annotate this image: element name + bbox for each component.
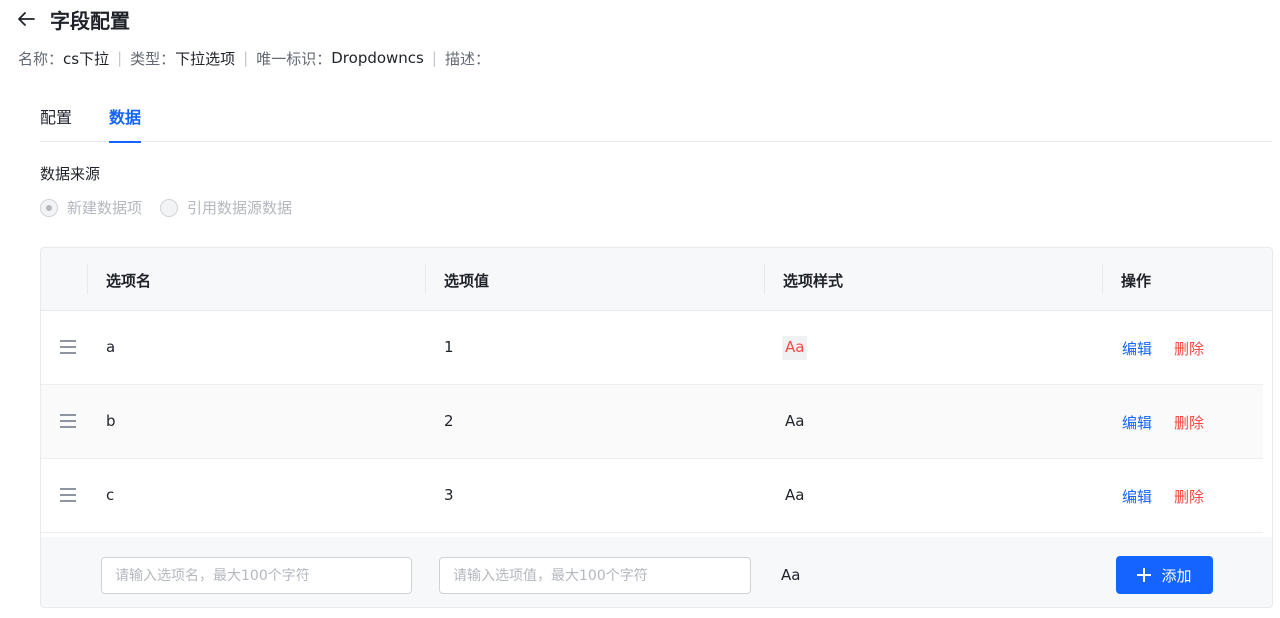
meta-separator: | <box>117 49 123 67</box>
column-divider <box>87 264 88 294</box>
data-source-radio-group: 新建数据项 引用数据源数据 <box>40 197 310 218</box>
meta-separator: | <box>431 49 437 67</box>
table-row: c 3 Aa 编辑 删除 <box>41 459 1263 533</box>
drag-handle-icon[interactable] <box>60 488 76 502</box>
table-row: b 2 Aa 编辑 删除 <box>41 385 1263 459</box>
option-style-selector[interactable]: Aa <box>781 566 800 584</box>
column-header-style: 选项样式 <box>783 272 844 290</box>
meta-separator: | <box>243 49 249 67</box>
name-key: 名称： <box>18 49 64 68</box>
delete-button[interactable]: 删除 <box>1174 338 1204 359</box>
id-value: Dropdowncs <box>331 49 424 67</box>
option-style-preview: Aa <box>785 412 805 430</box>
drag-handle-icon[interactable] <box>60 340 76 354</box>
table-header: 选项名 选项值 选项样式 操作 <box>41 248 1272 311</box>
data-source-label: 数据来源 <box>40 165 101 183</box>
column-divider <box>764 264 765 294</box>
option-name-cell: c <box>106 486 115 504</box>
option-style-preview: Aa <box>785 486 805 504</box>
option-value-cell: 1 <box>444 338 454 356</box>
tab-data[interactable]: 数据 <box>109 104 142 143</box>
plus-icon <box>1137 568 1152 582</box>
type-value: 下拉选项 <box>175 49 236 68</box>
radio-reference-data-source[interactable]: 引用数据源数据 <box>160 197 292 218</box>
column-header-name: 选项名 <box>106 272 152 290</box>
edit-button[interactable]: 编辑 <box>1122 338 1152 359</box>
radio-circle-checked <box>40 198 58 217</box>
option-name-cell: a <box>106 338 116 356</box>
tab-config[interactable]: 配置 <box>40 104 72 142</box>
column-divider <box>1102 264 1103 294</box>
tab-bar: 配置 数据 <box>40 100 1272 143</box>
radio-label: 引用数据源数据 <box>187 199 293 217</box>
type-key: 类型： <box>130 49 176 68</box>
column-header-value: 选项值 <box>444 272 490 290</box>
page-title: 字段配置 <box>50 8 130 33</box>
add-button-label: 添加 <box>1161 567 1192 585</box>
option-name-input[interactable] <box>101 557 412 594</box>
name-value: cs下拉 <box>63 49 110 68</box>
edit-button[interactable]: 编辑 <box>1122 412 1152 433</box>
column-divider <box>425 264 426 294</box>
option-value-input[interactable] <box>439 557 751 594</box>
options-table: 选项名 选项值 选项样式 操作 a 1 Aa 编辑 删除 b 2 Aa 编辑 删… <box>40 247 1273 608</box>
edit-button[interactable]: 编辑 <box>1122 486 1152 507</box>
back-arrow-icon[interactable] <box>16 9 36 29</box>
field-meta: 名称： cs下拉 | 类型： 下拉选项 | 唯一标识： Dropdowncs |… <box>18 48 490 68</box>
option-style-preview: Aa <box>782 336 808 360</box>
option-value-cell: 3 <box>444 486 454 504</box>
radio-new-data-item[interactable]: 新建数据项 <box>40 197 142 218</box>
column-header-actions: 操作 <box>1121 272 1152 290</box>
radio-label: 新建数据项 <box>67 199 143 217</box>
option-name-cell: b <box>106 412 116 430</box>
add-option-row: Aa 添加 <box>41 537 1272 607</box>
page-header: 字段配置 <box>16 6 130 33</box>
table-row: a 1 Aa 编辑 删除 <box>41 311 1263 385</box>
drag-handle-icon[interactable] <box>60 414 76 428</box>
add-button[interactable]: 添加 <box>1116 556 1213 594</box>
desc-key: 描述： <box>444 49 490 68</box>
option-value-cell: 2 <box>444 412 454 430</box>
id-key: 唯一标识： <box>256 49 332 68</box>
radio-circle <box>160 198 179 217</box>
delete-button[interactable]: 删除 <box>1174 486 1204 507</box>
delete-button[interactable]: 删除 <box>1174 412 1204 433</box>
